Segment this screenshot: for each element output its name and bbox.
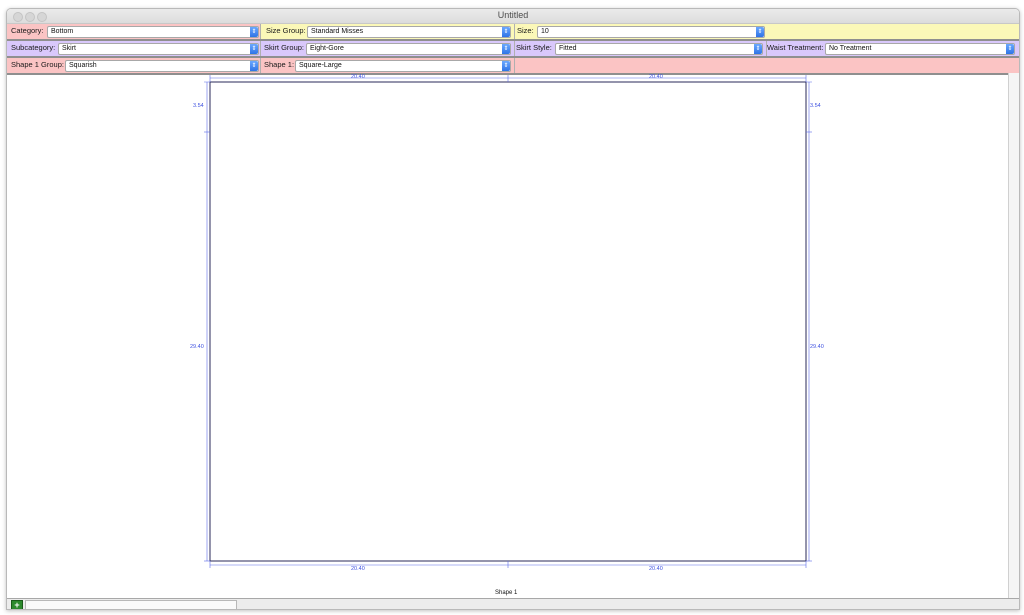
shape1-group-value: Squarish <box>69 62 97 69</box>
right-dim-label-top: 3.54 <box>810 103 821 109</box>
left-dim-label-middle: 29.40 <box>190 344 204 350</box>
right-dim-label-middle: 29.40 <box>810 344 824 350</box>
pattern-canvas[interactable]: 20.40 20.40 20.40 20.40 3.54 29.40 3.54 … <box>7 74 1009 598</box>
skirt-group-select[interactable]: Eight-Gore ⇕ <box>306 43 511 55</box>
waist-treatment-select[interactable]: No Treatment ⇕ <box>825 43 1015 55</box>
shape1-group-group: Shape 1 Group: Squarish ⇕ <box>7 58 261 73</box>
subcategory-group: Subcategory: Skirt ⇕ <box>7 41 261 56</box>
app-window: Untitled Category: Bottom ⇕ Size Group: … <box>6 8 1020 610</box>
pattern-drawing <box>204 75 812 568</box>
subcategory-value: Skirt <box>62 45 76 52</box>
add-shape-button[interactable]: + <box>11 600 23 609</box>
size-group-select[interactable]: Standard Misses ⇕ <box>307 26 511 38</box>
chevron-updown-icon: ⇕ <box>756 27 764 37</box>
skirt-style-select[interactable]: Fitted ⇕ <box>555 43 763 55</box>
waist-treatment-value: No Treatment <box>829 45 872 52</box>
size-group-label: Size Group: <box>266 26 306 35</box>
chevron-updown-icon: ⇕ <box>1006 44 1014 54</box>
top-dim-label-right: 20.40 <box>649 74 663 80</box>
status-bar: + <box>7 598 1019 609</box>
size-select[interactable]: 10 ⇕ <box>537 26 765 38</box>
bottom-dim-label-right: 20.40 <box>649 566 663 572</box>
skirt-group-group: Skirt Group: Eight-Gore ⇕ <box>261 41 515 56</box>
window-title: Untitled <box>497 10 529 20</box>
skirt-style-group: Skirt Style: Fitted ⇕ <box>515 41 767 56</box>
skirt-style-value: Fitted <box>559 45 577 52</box>
chevron-updown-icon: ⇕ <box>250 27 258 37</box>
shape1-rectangle <box>209 81 807 562</box>
category-group: Category: Bottom ⇕ <box>7 24 261 39</box>
horizontal-scrollbar[interactable] <box>25 600 237 609</box>
shape1-label: Shape 1: <box>264 60 295 69</box>
title-bar: Untitled <box>7 9 1019 24</box>
toolbar-row-1: Category: Bottom ⇕ Size Group: Standard … <box>7 24 1019 41</box>
size-group-value: Standard Misses <box>311 28 364 35</box>
chevron-updown-icon: ⇕ <box>502 61 510 71</box>
size-group-group: Size Group: Standard Misses ⇕ <box>261 24 515 39</box>
chevron-updown-icon: ⇕ <box>250 61 258 71</box>
skirt-group-label: Skirt Group: <box>264 43 305 52</box>
shape1-group-select[interactable]: Squarish ⇕ <box>65 60 259 72</box>
size-field-group: Size: 10 ⇕ <box>515 24 1019 39</box>
waist-treatment-group: Waist Treatment: No Treatment ⇕ <box>767 41 1019 56</box>
category-select[interactable]: Bottom ⇕ <box>47 26 259 38</box>
toolbar-row-2: Subcategory: Skirt ⇕ Skirt Group: Eight-… <box>7 41 1019 58</box>
category-label: Category: <box>11 26 44 35</box>
chevron-updown-icon: ⇕ <box>250 44 258 54</box>
subcategory-select[interactable]: Skirt ⇕ <box>58 43 259 55</box>
chevron-updown-icon: ⇕ <box>754 44 762 54</box>
left-dim-label-top: 3.54 <box>193 103 204 109</box>
waist-treatment-label: Waist Treatment: <box>767 43 824 52</box>
subcategory-label: Subcategory: <box>11 43 56 52</box>
shape1-field-group: Shape 1: Square-Large ⇕ <box>261 58 515 73</box>
shape1-group-label: Shape 1 Group: <box>11 60 64 69</box>
size-label: Size: <box>517 26 534 35</box>
size-value: 10 <box>541 28 549 35</box>
category-value: Bottom <box>51 28 74 35</box>
chevron-updown-icon: ⇕ <box>502 44 510 54</box>
shape1-select[interactable]: Square-Large ⇕ <box>295 60 511 72</box>
shape-label: Shape 1 <box>495 590 518 596</box>
vertical-scrollbar[interactable] <box>1008 73 1019 598</box>
skirt-group-value: Eight-Gore <box>310 45 344 52</box>
bottom-dim-label-left: 20.40 <box>351 566 365 572</box>
top-dim-label-left: 20.40 <box>351 74 365 80</box>
toolbar-row-3: Shape 1 Group: Squarish ⇕ Shape 1: Squar… <box>7 58 1019 75</box>
skirt-style-label: Skirt Style: <box>516 43 552 52</box>
shape1-value: Square-Large <box>299 62 342 69</box>
chevron-updown-icon: ⇕ <box>502 27 510 37</box>
